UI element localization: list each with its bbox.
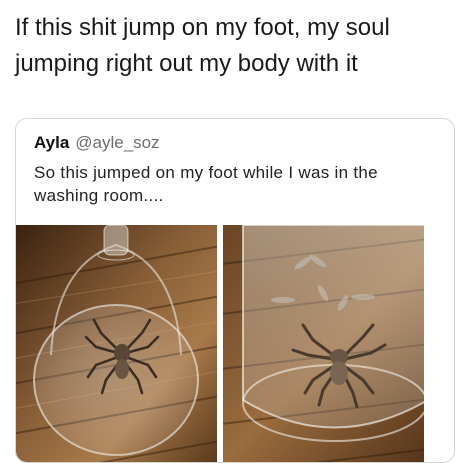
spider-photo-left[interactable] (16, 225, 217, 462)
author-name[interactable]: Ayla (34, 133, 69, 152)
tweet-text: If this shit jump on my foot, my soul ju… (15, 14, 390, 77)
spider-photo-right[interactable] (223, 225, 424, 462)
quoted-tweet-header: Ayla @ayle_soz (34, 133, 160, 153)
spider-under-glass-photo (223, 225, 424, 462)
quoted-tweet-card[interactable]: Ayla @ayle_soz So this jumped on my foot … (15, 118, 455, 463)
quoted-tweet-text: So this jumped on my foot while I was in… (34, 163, 378, 205)
spider-under-glass-photo (16, 225, 217, 462)
author-handle[interactable]: @ayle_soz (75, 133, 159, 152)
